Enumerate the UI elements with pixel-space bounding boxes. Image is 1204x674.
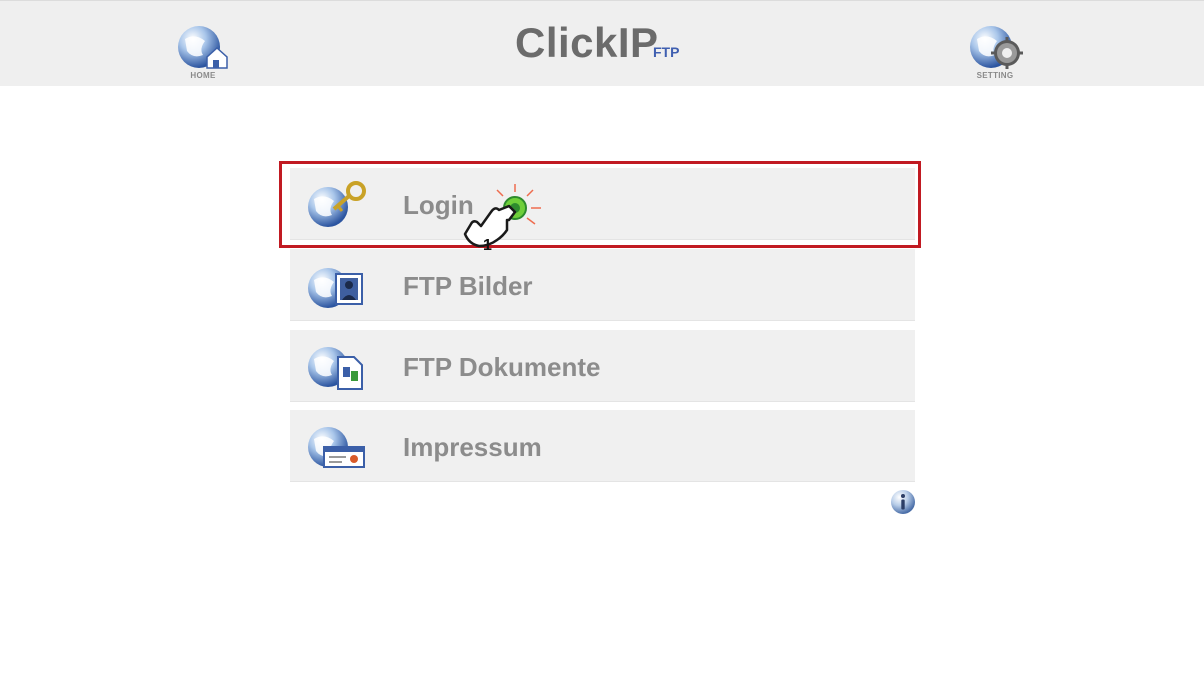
menu-item-label: FTP Bilder xyxy=(403,271,533,301)
app-title: ClickIP xyxy=(515,19,659,66)
app-title-suffix: FTP xyxy=(653,44,680,60)
globe-gear-icon xyxy=(970,26,1023,69)
globe-document-icon xyxy=(308,347,363,390)
menu-item-login[interactable]: Login xyxy=(290,168,915,240)
menu-item-ftp-bilder[interactable]: FTP Bilder xyxy=(290,249,915,321)
globe-photo-icon xyxy=(308,268,363,308)
menu-item-ftp-dokumente[interactable]: FTP Dokumente xyxy=(290,330,915,402)
globe-house-icon xyxy=(178,26,228,69)
info-icon[interactable] xyxy=(889,488,917,516)
menu-item-label: Impressum xyxy=(403,432,542,462)
home-button[interactable]: HOME xyxy=(168,17,238,101)
setting-label: SETTING xyxy=(976,71,1014,80)
globe-key-icon xyxy=(308,181,366,227)
menu-item-label: FTP Dokumente xyxy=(403,352,601,382)
setting-button[interactable]: SETTING xyxy=(960,17,1030,101)
menu-item-label: Login xyxy=(403,190,474,220)
globe-card-icon xyxy=(308,427,365,468)
menu-item-impressum[interactable]: Impressum xyxy=(290,410,915,482)
home-label: HOME xyxy=(190,71,216,80)
header-bar: HOME ClickIP FTP SETTING xyxy=(0,0,1204,86)
